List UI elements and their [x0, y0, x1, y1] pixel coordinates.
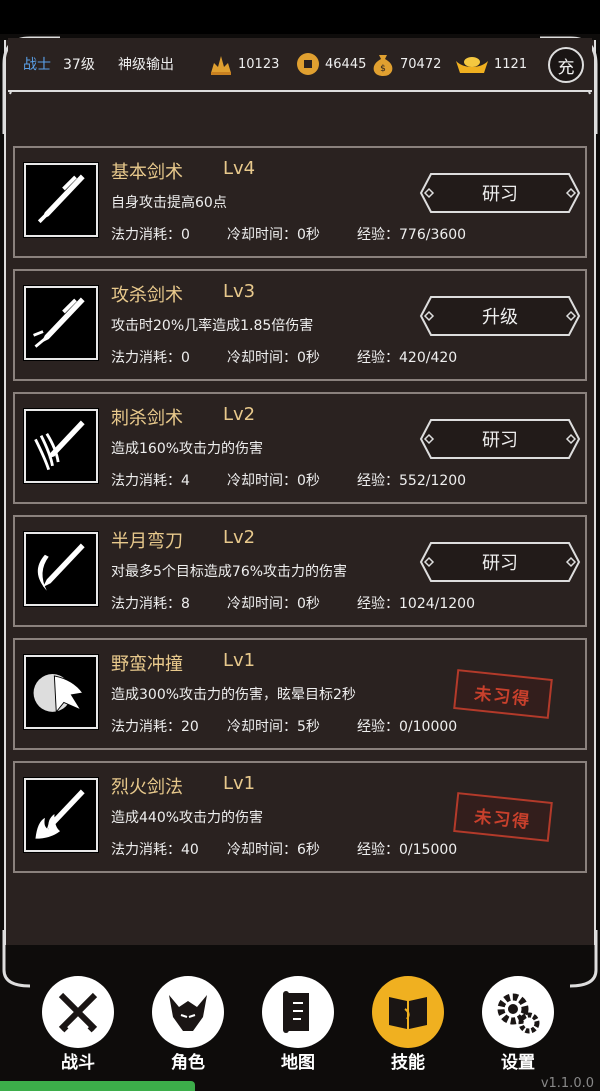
resource-bag-value: 70472 [400, 56, 442, 72]
skill-name: 烈火剑法 [111, 777, 183, 798]
gold-pile-icon [208, 51, 234, 77]
character-class: 战士 [23, 57, 51, 73]
sword-skill-icon [23, 162, 99, 238]
skill-exp: 经验：0/15000 [357, 842, 458, 858]
skill-exp: 经验：1024/1200 [357, 596, 475, 612]
character-level: 37级 [63, 57, 95, 73]
skill-description: 对最多5个目标造成76%攻击力的伤害 [111, 564, 348, 580]
skill-mana-cost: 法力消耗：0 [111, 350, 190, 366]
study-button-label: 研习 [482, 553, 518, 574]
top-status-bar: 战士 37级 神级输出 10123 46445 $ 70472 1121 充 [8, 38, 592, 92]
sword-strike-skill-icon [23, 285, 99, 361]
gears-icon [482, 976, 554, 1048]
flame-sword-skill-icon [23, 777, 99, 853]
skill-level: Lv3 [223, 281, 256, 302]
not-learned-stamp: 未习得 [453, 669, 553, 719]
nav-tab-skills-label: 技能 [391, 1053, 425, 1073]
character-title: 神级输出 [118, 57, 174, 73]
helmet-icon [152, 976, 224, 1048]
upgrade-button[interactable]: 升级 [419, 295, 581, 337]
skill-name: 基本剑术 [111, 162, 183, 183]
skill-cooldown: 冷却时间：6秒 [227, 842, 320, 858]
ingot-icon [454, 51, 490, 77]
resource-bag: $ 70472 [370, 51, 441, 77]
skill-exp: 经验：552/1200 [357, 473, 467, 489]
study-button-label: 研习 [482, 184, 518, 205]
charge-skill-icon [23, 654, 99, 730]
spellbook-icon [372, 976, 444, 1048]
skill-mana-cost: 法力消耗：40 [111, 842, 199, 858]
nav-tab-character[interactable]: 角色 [150, 970, 226, 1080]
skill-exp: 经验：776/3600 [357, 227, 467, 243]
svg-text:$: $ [380, 64, 386, 74]
nav-tab-map-label: 地图 [281, 1053, 315, 1073]
skill-exp: 经验：0/10000 [357, 719, 458, 735]
skill-mana-cost: 法力消耗：0 [111, 227, 190, 243]
skill-level: Lv4 [223, 158, 256, 179]
skill-cooldown: 冷却时间：0秒 [227, 596, 320, 612]
nav-tab-map[interactable]: 地图 [260, 970, 336, 1080]
recharge-button[interactable]: 充 [548, 47, 584, 83]
skill-mana-cost: 法力消耗：4 [111, 473, 190, 489]
crossed-swords-icon [42, 976, 114, 1048]
skill-name: 刺杀剑术 [111, 408, 183, 429]
study-button[interactable]: 研习 [419, 418, 581, 460]
nav-tab-settings[interactable]: 设置 [480, 970, 556, 1080]
nav-tab-battle-label: 战斗 [61, 1053, 95, 1073]
skill-description: 造成440%攻击力的伤害 [111, 810, 264, 826]
skill-level: Lv2 [223, 404, 256, 425]
skill-card: 烈火剑法 Lv1 造成440%攻击力的伤害 法力消耗：40 冷却时间：6秒 经验… [13, 761, 587, 873]
scroll-map-icon [262, 976, 334, 1048]
skill-description: 造成160%攻击力的伤害 [111, 441, 264, 457]
half-moon-skill-icon [23, 531, 99, 607]
skill-description: 造成300%攻击力的伤害，眩晕目标2秒 [111, 687, 356, 703]
not-learned-stamp: 未习得 [453, 792, 553, 842]
skill-description: 自身攻击提高60点 [111, 195, 227, 211]
nav-tab-battle[interactable]: 战斗 [40, 970, 116, 1080]
nav-tab-skills[interactable]: 技能 [370, 970, 446, 1080]
skill-card: 刺杀剑术 Lv2 造成160%攻击力的伤害 法力消耗：4 冷却时间：0秒 经验：… [13, 392, 587, 504]
skill-name: 攻杀剑术 [111, 285, 183, 306]
resource-ingot: 1121 [454, 51, 527, 77]
version-label: v1.1.0.0 [540, 1076, 594, 1091]
skill-cooldown: 冷却时间：0秒 [227, 227, 320, 243]
skill-level: Lv1 [223, 650, 256, 671]
thrust-skill-icon [23, 408, 99, 484]
skill-level: Lv1 [223, 773, 256, 794]
resource-gold: 10123 [208, 51, 279, 77]
resource-coin-value: 46445 [325, 56, 367, 72]
study-button[interactable]: 研习 [419, 172, 581, 214]
skill-description: 攻击时20%几率造成1.85倍伤害 [111, 318, 314, 334]
nav-tab-character-label: 角色 [171, 1053, 205, 1073]
study-button-label: 研习 [482, 430, 518, 451]
coin-icon [295, 51, 321, 77]
upgrade-button-label: 升级 [482, 307, 518, 328]
skill-mana-cost: 法力消耗：20 [111, 719, 199, 735]
loading-bar [0, 1081, 195, 1091]
skill-card: 攻杀剑术 Lv3 攻击时20%几率造成1.85倍伤害 法力消耗：0 冷却时间：0… [13, 269, 587, 381]
skill-name: 半月弯刀 [111, 531, 183, 552]
status-bar-area [0, 0, 600, 34]
nav-tab-settings-label: 设置 [501, 1053, 535, 1073]
skill-mana-cost: 法力消耗：8 [111, 596, 190, 612]
resource-gold-value: 10123 [238, 56, 280, 72]
money-bag-icon: $ [370, 51, 396, 77]
skill-level: Lv2 [223, 527, 256, 548]
skill-cooldown: 冷却时间：5秒 [227, 719, 320, 735]
resource-coin: 46445 [295, 51, 366, 77]
skill-cooldown: 冷却时间：0秒 [227, 350, 320, 366]
skill-card: 基本剑术 Lv4 自身攻击提高60点 法力消耗：0 冷却时间：0秒 经验：776… [13, 146, 587, 258]
study-button[interactable]: 研习 [419, 541, 581, 583]
skill-card: 野蛮冲撞 Lv1 造成300%攻击力的伤害，眩晕目标2秒 法力消耗：20 冷却时… [13, 638, 587, 750]
bottom-navigation: 战斗 角色 地图 技能 设置 [30, 970, 570, 1080]
skill-name: 野蛮冲撞 [111, 654, 183, 675]
skill-card: 半月弯刀 Lv2 对最多5个目标造成76%攻击力的伤害 法力消耗：8 冷却时间：… [13, 515, 587, 627]
resource-ingot-value: 1121 [494, 56, 528, 72]
skill-exp: 经验：420/420 [357, 350, 458, 366]
skill-cooldown: 冷却时间：0秒 [227, 473, 320, 489]
